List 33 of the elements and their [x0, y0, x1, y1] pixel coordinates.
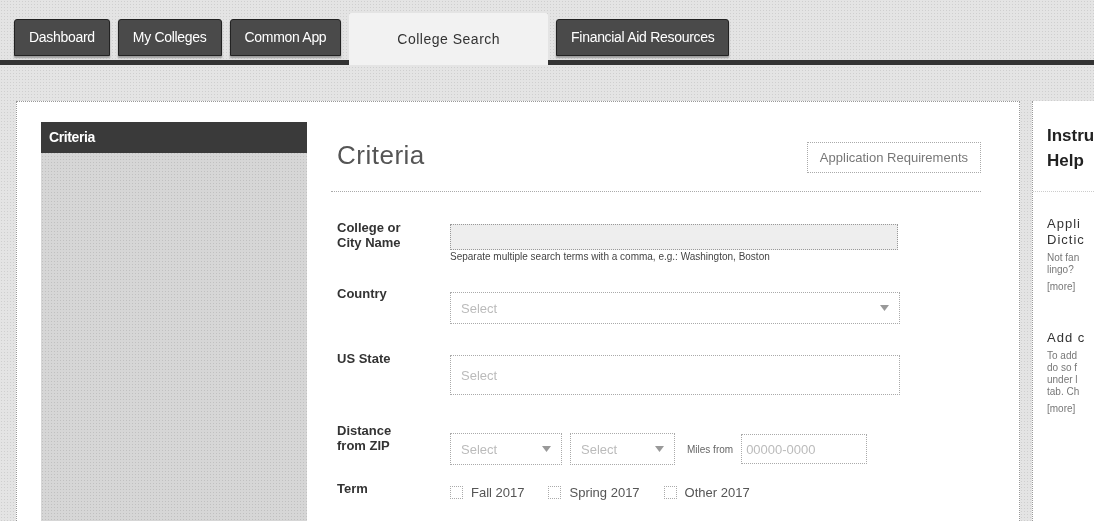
search-field[interactable]: [450, 224, 898, 250]
form-title: Criteria: [337, 140, 425, 171]
help-text: To add do so f under l tab. Ch: [1047, 350, 1081, 398]
hint-text: Separate multiple search terms with a comma, e.g.: Washington, Boston: [450, 251, 771, 262]
zip-field[interactable]: 00000-0000: [741, 434, 868, 464]
checkbox-label: Other 2017: [684, 485, 750, 500]
help-title: Instru Help: [1047, 125, 1094, 172]
nav-tab[interactable]: My Colleges: [117, 19, 222, 56]
requirements-button[interactable]: Application Requirements: [806, 142, 981, 173]
help-text: Not fan lingo?: [1047, 252, 1081, 276]
nav-tab[interactable]: Dashboard: [14, 19, 110, 56]
checkbox-label: Spring 2017: [569, 485, 640, 500]
checkbox[interactable]: [450, 486, 463, 499]
sidebar-item[interactable]: Criteria: [41, 122, 307, 153]
caret-icon: [655, 446, 664, 452]
checkbox[interactable]: [548, 486, 562, 499]
nav-tab[interactable]: Financial Aid Resources: [556, 19, 730, 56]
checkbox-label: Fall 2017: [471, 485, 525, 500]
nav-tab[interactable]: Common App: [229, 19, 342, 56]
caret-icon: [542, 446, 551, 452]
field-label: College or City Name: [337, 220, 402, 252]
field-label: US State: [337, 351, 392, 368]
miles-label: Miles from: [687, 443, 734, 455]
field-label: Distance from ZIP: [337, 423, 393, 455]
checkbox[interactable]: [663, 486, 677, 499]
help-heading: Add c: [1047, 330, 1087, 346]
more-link[interactable]: [more]: [1047, 281, 1094, 292]
field-label: Country: [337, 286, 388, 303]
caret-icon: [880, 305, 889, 311]
help-heading: Appli Dictic: [1047, 216, 1086, 248]
nav-tab[interactable]: College Search: [349, 13, 549, 65]
more-link[interactable]: [more]: [1047, 403, 1094, 414]
field-label: Term: [337, 481, 369, 498]
